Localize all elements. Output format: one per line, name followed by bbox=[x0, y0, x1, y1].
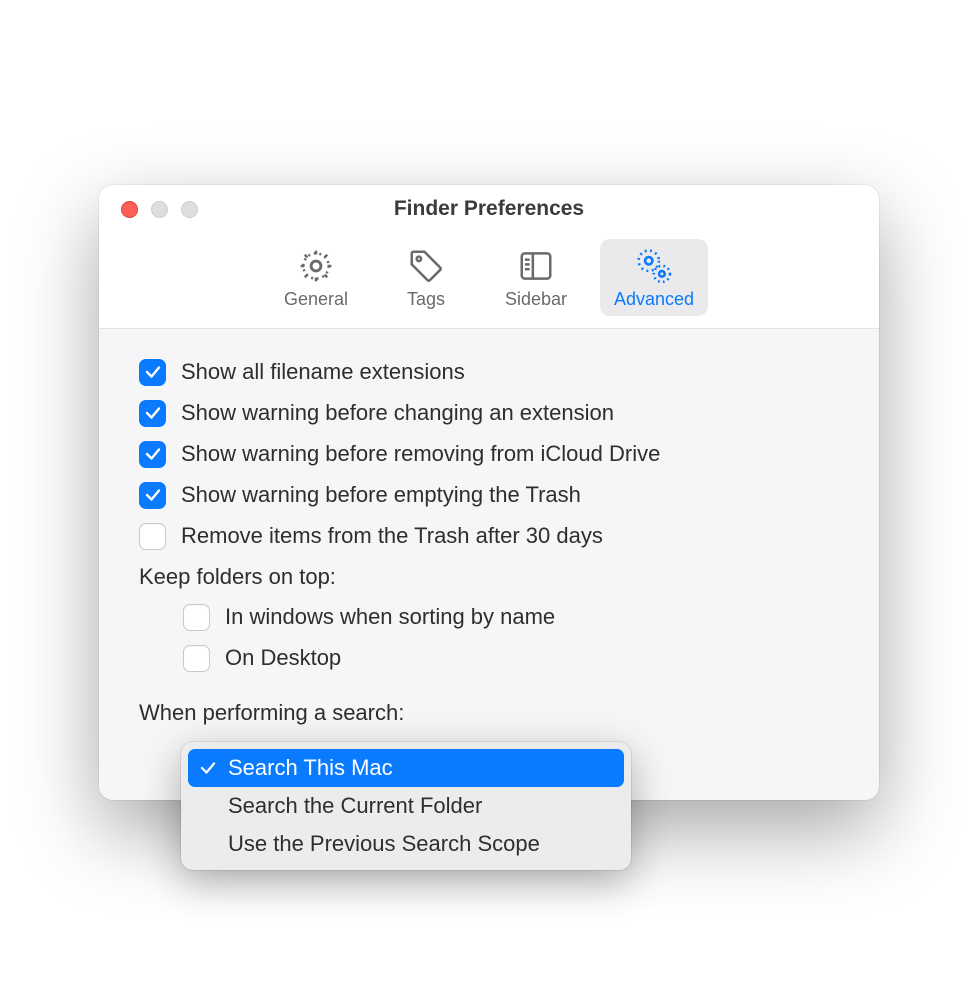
gears-icon bbox=[633, 245, 675, 287]
checkbox-show-extensions[interactable] bbox=[139, 359, 166, 386]
window-controls bbox=[121, 201, 198, 218]
checkbox-warn-change-extension[interactable] bbox=[139, 400, 166, 427]
preferences-window: Finder Preferences General bbox=[99, 185, 879, 800]
checkbox-warn-empty-trash[interactable] bbox=[139, 482, 166, 509]
menu-item-label: Search This Mac bbox=[228, 755, 393, 781]
option-label: Show warning before changing an extensio… bbox=[181, 400, 614, 426]
search-scope-dropdown: Search This Mac Search the Current Folde… bbox=[181, 742, 631, 870]
menu-item-previous-scope[interactable]: Use the Previous Search Scope bbox=[188, 825, 624, 863]
menu-item-label: Use the Previous Search Scope bbox=[228, 831, 540, 857]
option-label: Remove items from the Trash after 30 day… bbox=[181, 523, 603, 549]
option-label: On Desktop bbox=[225, 645, 341, 671]
gear-icon bbox=[295, 245, 337, 287]
tab-advanced[interactable]: Advanced bbox=[600, 239, 708, 316]
menu-item-search-current-folder[interactable]: Search the Current Folder bbox=[188, 787, 624, 825]
checkmark-icon bbox=[198, 759, 218, 777]
zoom-window-button[interactable] bbox=[181, 201, 198, 218]
window-title: Finder Preferences bbox=[99, 197, 879, 221]
option-label: Show warning before removing from iCloud… bbox=[181, 441, 660, 467]
option-label: Show all filename extensions bbox=[181, 359, 465, 385]
menu-item-label: Search the Current Folder bbox=[228, 793, 482, 819]
keep-folders-label: Keep folders on top: bbox=[139, 564, 839, 590]
search-section-label: When performing a search: bbox=[139, 700, 839, 726]
checkbox-folders-on-desktop[interactable] bbox=[183, 645, 210, 672]
close-window-button[interactable] bbox=[121, 201, 138, 218]
option-label: In windows when sorting by name bbox=[225, 604, 555, 630]
checkbox-folders-in-windows[interactable] bbox=[183, 604, 210, 631]
checkbox-warn-icloud-remove[interactable] bbox=[139, 441, 166, 468]
sidebar-icon bbox=[515, 245, 557, 287]
tag-icon bbox=[405, 245, 447, 287]
checkbox-remove-30-days[interactable] bbox=[139, 523, 166, 550]
menu-item-search-this-mac[interactable]: Search This Mac bbox=[188, 749, 624, 787]
tab-general[interactable]: General bbox=[270, 239, 362, 316]
tab-label: Advanced bbox=[614, 289, 694, 310]
tab-label: Tags bbox=[407, 289, 445, 310]
tab-tags[interactable]: Tags bbox=[380, 239, 472, 316]
tab-label: General bbox=[284, 289, 348, 310]
content-pane: Show all filename extensions Show warnin… bbox=[99, 329, 879, 800]
tab-label: Sidebar bbox=[505, 289, 567, 310]
titlebar: Finder Preferences bbox=[99, 185, 879, 233]
option-label: Show warning before emptying the Trash bbox=[181, 482, 581, 508]
toolbar: General Tags Sidebar bbox=[99, 233, 879, 329]
tab-sidebar[interactable]: Sidebar bbox=[490, 239, 582, 316]
minimize-window-button[interactable] bbox=[151, 201, 168, 218]
